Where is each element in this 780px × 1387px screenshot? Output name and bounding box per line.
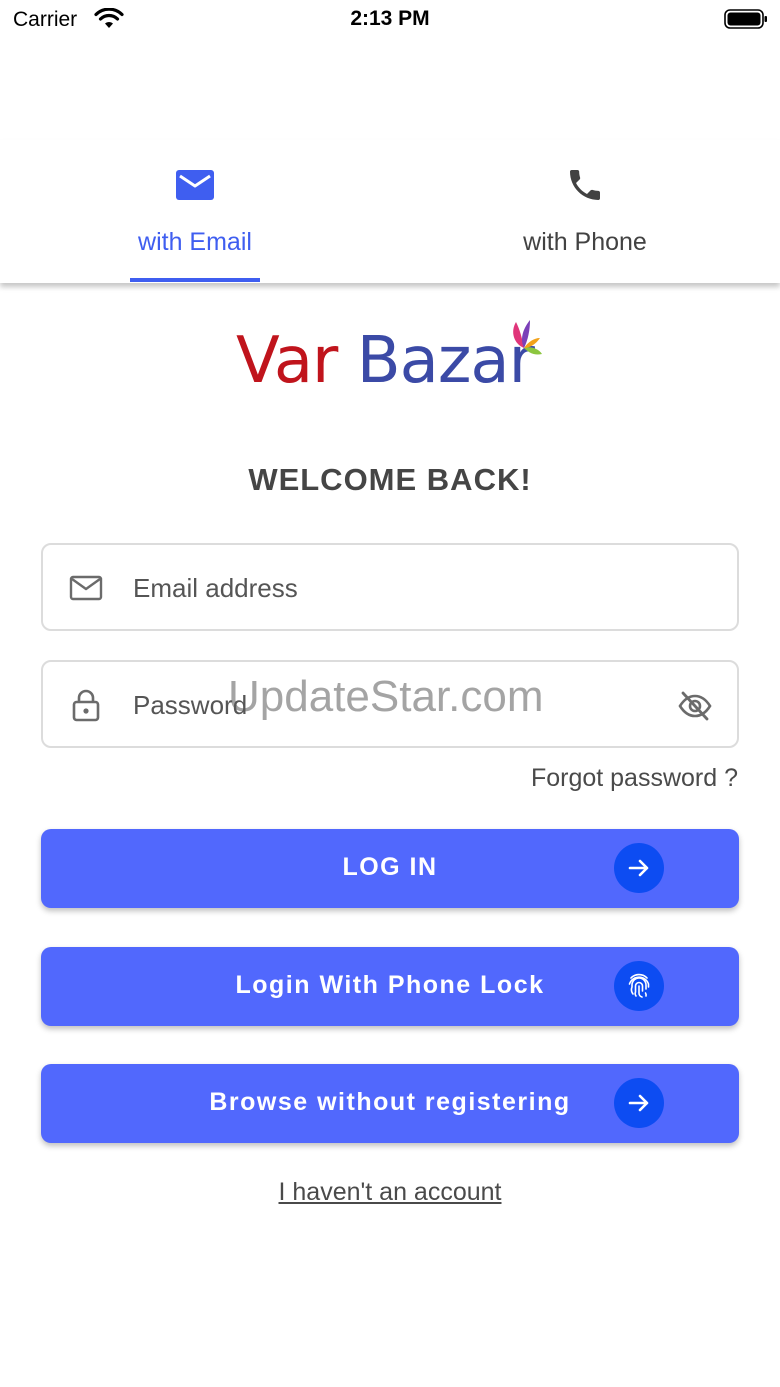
butterfly-icon	[513, 320, 542, 355]
mail-icon	[176, 170, 214, 200]
fingerprint-badge	[614, 961, 664, 1011]
logo-wordmark: Var Bazar	[236, 324, 535, 398]
arrow-right-icon	[628, 859, 649, 877]
browse-arrow-badge	[614, 1078, 664, 1128]
login-method-tabs: with Email with Phone	[0, 140, 780, 283]
forgot-password-link[interactable]: Forgot password ?	[531, 764, 738, 793]
varbazar-logo: Var Bazar	[236, 318, 546, 396]
login-button[interactable]: LOG IN	[41, 829, 739, 908]
tab-email-label: with Email	[138, 228, 252, 256]
logo-word-var: Var	[236, 324, 338, 398]
eye-off-icon[interactable]	[677, 688, 713, 724]
browse-without-registering-button[interactable]: Browse without registering	[41, 1064, 739, 1143]
tab-with-phone[interactable]: with Phone	[390, 140, 780, 283]
no-account-link[interactable]: I haven't an account	[0, 1178, 780, 1207]
fingerprint-icon	[628, 973, 650, 998]
battery-icon	[724, 9, 767, 29]
email-input[interactable]	[133, 565, 653, 611]
phone-icon	[570, 170, 600, 200]
tab-with-email[interactable]: with Email	[0, 140, 390, 283]
password-field[interactable]	[41, 660, 739, 748]
password-input[interactable]	[133, 682, 653, 728]
email-field[interactable]	[41, 543, 739, 631]
tab-phone-label: with Phone	[523, 228, 647, 256]
welcome-heading: WELCOME BACK!	[248, 462, 532, 497]
status-bar: Carrier 2:13 PM	[0, 0, 780, 40]
active-tab-indicator	[130, 278, 260, 282]
login-screen: Carrier 2:13 PM with Email with Phone Va…	[0, 0, 780, 1387]
phone-lock-login-button[interactable]: Login With Phone Lock	[41, 947, 739, 1026]
login-arrow-badge	[614, 843, 664, 893]
lock-icon	[72, 689, 100, 722]
mail-outline-icon	[69, 575, 103, 601]
clock: 2:13 PM	[350, 7, 430, 30]
arrow-right-icon	[628, 1094, 649, 1112]
